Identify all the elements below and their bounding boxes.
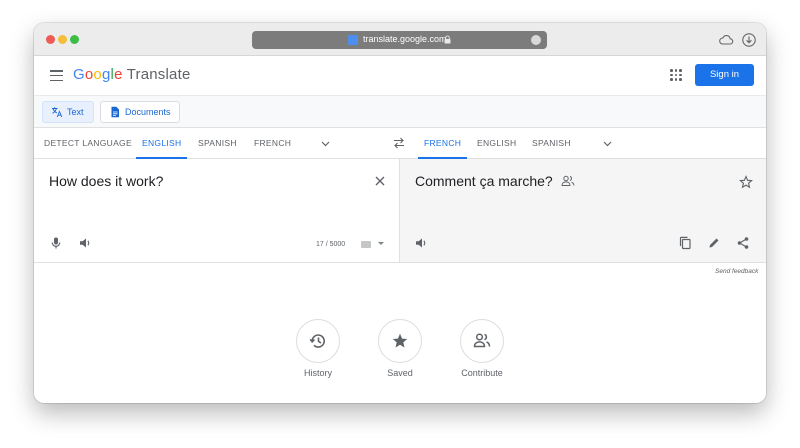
history-button[interactable] [296,319,340,363]
browser-window: translate.google.com Google Translate Si… [34,23,766,403]
site-favicon-icon [348,35,358,45]
main-menu-icon[interactable] [50,70,63,82]
close-window-button[interactable] [46,35,55,44]
speaker-icon[interactable] [414,236,428,250]
chevron-down-icon[interactable] [320,138,331,149]
translate-icon [52,107,63,118]
app-header: Google Translate Sign in [34,57,766,95]
share-icon[interactable] [736,236,750,250]
history-icon [309,334,325,348]
people-icon[interactable] [561,175,575,187]
document-icon [111,106,119,118]
star-icon[interactable] [739,175,753,189]
sign-in-button[interactable]: Sign in [695,64,754,86]
google-apps-icon[interactable] [670,69,682,81]
caret-down-icon[interactable] [378,242,384,245]
source-lang-detect[interactable]: DETECT LANGUAGE [44,128,132,159]
target-lang-french[interactable]: FRENCH [417,128,468,159]
source-lang-french[interactable]: FRENCH [254,128,291,159]
text-mode-button[interactable]: Text [42,101,94,123]
language-bar: DETECT LANGUAGE ENGLISH SPANISH FRENCH F… [34,128,766,159]
text-mode-label: Text [67,107,84,117]
source-lang-english[interactable]: ENGLISH [135,128,188,159]
contribute-button[interactable] [460,319,504,363]
download-icon[interactable] [741,32,757,48]
lock-icon [444,35,451,44]
history-label: History [303,368,332,378]
translated-text: Comment ça marche? [415,173,575,189]
keyboard-icon[interactable] [361,241,371,248]
minimize-window-button[interactable] [58,35,67,44]
translation-panel: Comment ça marche? [400,159,766,263]
swap-languages-icon[interactable] [392,136,406,150]
page-options-icon[interactable] [531,35,541,45]
browser-titlebar: translate.google.com [34,23,766,56]
app-name: Translate [126,66,191,83]
send-feedback-link[interactable]: Send feedback [715,268,758,275]
google-translate-logo[interactable]: Google Translate [73,66,191,83]
contribute-label: Contribute [461,368,503,378]
source-text-panel[interactable]: How does it work? 17 / 5000 [34,159,400,263]
speaker-icon[interactable] [78,236,92,250]
star-icon [392,333,408,348]
saved-button[interactable] [378,319,422,363]
target-lang-spanish[interactable]: SPANISH [532,128,571,159]
edit-icon[interactable] [707,236,721,250]
maximize-window-button[interactable] [70,35,79,44]
target-lang-english[interactable]: ENGLISH [477,128,516,159]
source-lang-spanish[interactable]: SPANISH [198,128,237,159]
character-count: 17 / 5000 [316,241,346,248]
mode-selector: Text Documents [34,95,766,128]
copy-icon[interactable] [678,236,692,250]
address-bar[interactable]: translate.google.com [252,31,547,49]
chevron-down-icon[interactable] [602,138,613,149]
people-icon [473,333,491,348]
saved-label: Saved [387,368,413,378]
url-text: translate.google.com [363,34,447,44]
cloud-icon[interactable] [718,32,734,48]
source-text-input[interactable]: How does it work? [49,173,163,189]
microphone-icon[interactable] [49,236,63,250]
documents-mode-label: Documents [125,107,171,117]
clear-text-icon[interactable] [373,174,387,188]
documents-mode-button[interactable]: Documents [100,101,180,123]
